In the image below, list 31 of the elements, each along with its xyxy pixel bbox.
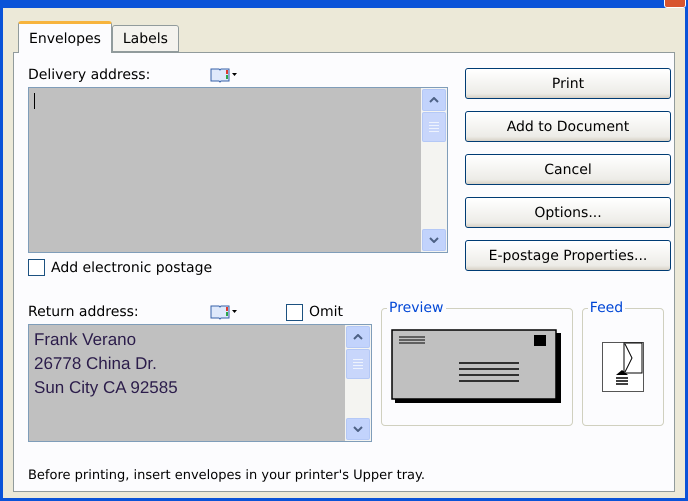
scroll-up-button[interactable] bbox=[346, 326, 370, 348]
dialog-button[interactable]: Options... bbox=[465, 197, 671, 228]
delivery-address-field[interactable] bbox=[28, 87, 448, 253]
tab[interactable]: Envelopes bbox=[18, 21, 112, 53]
scroll-up-button[interactable] bbox=[422, 89, 446, 111]
chevron-up-icon bbox=[429, 97, 439, 103]
return-address-label: Return address: bbox=[28, 304, 140, 320]
postage-label: Add electronic postage bbox=[51, 260, 212, 276]
status-text: Before printing, insert envelopes in your printer's Upper tray. bbox=[28, 468, 426, 485]
chevron-down-icon bbox=[429, 237, 439, 243]
tab[interactable]: Labels bbox=[112, 25, 179, 52]
dialog-button[interactable]: Add to Document bbox=[465, 111, 671, 142]
envelope-feed-icon bbox=[602, 342, 644, 392]
chevron-down-icon bbox=[353, 426, 363, 432]
return-address-field[interactable]: Frank Verano 26778 China Dr. Sun City CA 92585 bbox=[28, 324, 372, 442]
omit-label: Omit bbox=[309, 304, 344, 320]
chevron-up-icon bbox=[353, 334, 363, 340]
scroll-down-button[interactable] bbox=[346, 418, 370, 440]
address-book-icon[interactable] bbox=[210, 304, 238, 320]
dialog-button[interactable]: E-postage Properties... bbox=[465, 240, 671, 271]
omit-checkbox[interactable] bbox=[286, 304, 303, 320]
delivery-address-label: Delivery address: bbox=[28, 67, 152, 83]
envelope-preview-icon bbox=[390, 329, 563, 405]
close-button[interactable] bbox=[664, 0, 686, 8]
address-book-icon[interactable] bbox=[210, 67, 238, 83]
scroll-down-button[interactable] bbox=[422, 229, 446, 251]
postage-checkbox[interactable] bbox=[28, 259, 45, 276]
scroll-thumb[interactable] bbox=[346, 349, 370, 379]
scroll-thumb[interactable] bbox=[422, 112, 446, 142]
dialog-button[interactable]: Print bbox=[465, 68, 671, 99]
dialog-button[interactable]: Cancel bbox=[465, 154, 671, 185]
